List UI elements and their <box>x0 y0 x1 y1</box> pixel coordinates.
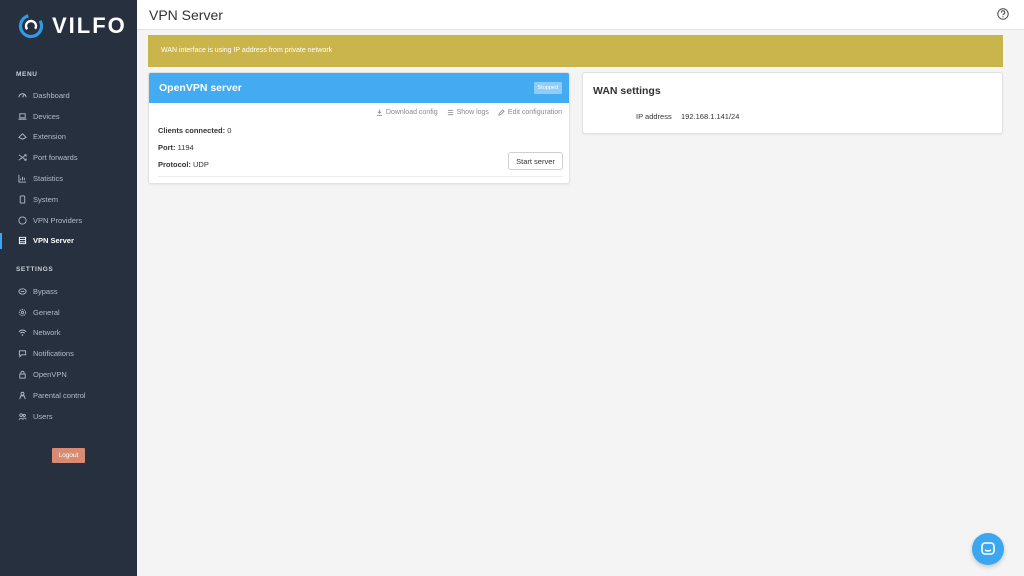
private-network-alert: WAN interface is using IP address from p… <box>148 35 1003 67</box>
edit-configuration-link[interactable]: Edit configuration <box>498 109 562 116</box>
sidebar-item-dashboard[interactable]: Dashboard <box>0 85 137 106</box>
lock-icon <box>19 370 26 379</box>
sidebar-item-bypass[interactable]: Bypass <box>0 281 137 302</box>
sidebar-item-vpn-providers[interactable]: VPN Providers <box>0 210 137 231</box>
sidebar-item-system[interactable]: System <box>0 189 137 210</box>
clients-connected-row: Clients connected: 0 <box>158 126 231 135</box>
settings-nav: Bypass General Network Notifications Ope… <box>0 281 137 427</box>
sidebar-item-openvpn[interactable]: OpenVPN <box>0 364 137 385</box>
logout-button[interactable]: Logout <box>52 448 85 463</box>
server-icon <box>18 237 27 245</box>
start-server-button[interactable]: Start server <box>508 152 563 170</box>
clients-connected-label: Clients connected: <box>158 126 226 135</box>
show-logs-link[interactable]: Show logs <box>447 109 489 116</box>
openvpn-actions: Download config Show logs Edit configura… <box>376 109 562 116</box>
sidebar-item-network[interactable]: Network <box>0 323 137 344</box>
protocol-value: UDP <box>193 160 209 169</box>
port-label: Port: <box>158 143 176 152</box>
chat-icon <box>981 542 995 555</box>
users-icon <box>18 413 27 420</box>
sidebar-item-users[interactable]: Users <box>0 406 137 427</box>
sidebar-item-label: System <box>33 194 59 204</box>
port-value: 1194 <box>177 143 194 152</box>
wan-settings-card: WAN settings IP address 192.168.1.141/24 <box>582 72 1003 134</box>
sidebar-item-extension[interactable]: Extension <box>0 127 137 148</box>
sidebar-item-label: Statistics <box>33 174 64 184</box>
sidebar-item-label: Notifications <box>33 349 74 359</box>
sidebar-item-label: Users <box>33 411 53 421</box>
download-config-label: Download config <box>385 109 438 116</box>
sidebar-item-label: Parental control <box>33 390 86 400</box>
system-icon <box>19 195 26 204</box>
parental-icon <box>19 391 26 400</box>
wan-settings-title: WAN settings <box>593 85 661 97</box>
chat-bubble-icon <box>18 350 27 359</box>
protocol-row: Protocol: UDP <box>158 160 209 169</box>
sidebar-item-label: Dashboard <box>33 90 70 100</box>
clients-connected-value: 0 <box>227 126 232 135</box>
show-logs-label: Show logs <box>456 109 489 116</box>
card-divider <box>158 176 563 177</box>
sidebar-item-devices[interactable]: Devices <box>0 106 137 127</box>
sidebar-item-label: OpenVPN <box>33 370 67 380</box>
sidebar-item-notifications[interactable]: Notifications <box>0 343 137 364</box>
openvpn-card-title: OpenVPN server <box>159 82 242 94</box>
protocol-label: Protocol: <box>158 160 191 169</box>
edit-configuration-label: Edit configuration <box>507 109 562 116</box>
openvpn-server-card: OpenVPN server Stopped Download config S… <box>148 72 570 184</box>
download-icon <box>376 109 382 116</box>
help-circle-icon[interactable] <box>997 8 1009 20</box>
page-title: VPN Server <box>149 7 223 23</box>
sidebar-item-label: VPN Providers <box>33 215 83 225</box>
menu-nav: Dashboard Devices Extension Port forward… <box>0 85 137 251</box>
download-config-link[interactable]: Download config <box>376 109 438 116</box>
sidebar-item-label: Port forwards <box>33 153 78 163</box>
sidebar-item-general[interactable]: General <box>0 302 137 323</box>
vilfo-logo-icon <box>18 13 44 39</box>
sidebar: VILFO MENU Dashboard Devices Extension P… <box>0 0 137 576</box>
sidebar-item-vpn-server[interactable]: VPN Server <box>0 231 137 252</box>
laptop-icon <box>18 113 27 120</box>
globe-icon <box>18 216 27 225</box>
port-row: Port: 1194 <box>158 143 194 152</box>
bar-chart-icon <box>18 174 27 183</box>
extension-icon <box>18 133 27 141</box>
logo[interactable]: VILFO <box>18 13 127 39</box>
ip-address-value: 192.168.1.141/24 <box>681 112 740 121</box>
chat-launcher-button[interactable] <box>972 533 1004 565</box>
sidebar-item-port-forwards[interactable]: Port forwards <box>0 147 137 168</box>
logo-text: VILFO <box>52 13 127 38</box>
sidebar-item-label: Devices <box>33 111 60 121</box>
sidebar-item-label: General <box>33 307 60 317</box>
sidebar-item-label: Bypass <box>33 286 58 296</box>
list-icon <box>447 109 453 116</box>
top-bar: VPN Server <box>137 0 1024 30</box>
sidebar-item-parental-control[interactable]: Parental control <box>0 385 137 406</box>
menu-section-title: MENU <box>16 71 38 78</box>
ip-address-label: IP address <box>636 112 672 121</box>
sidebar-item-label: Extension <box>33 132 66 142</box>
sidebar-item-statistics[interactable]: Statistics <box>0 168 137 189</box>
edit-icon <box>498 109 505 116</box>
sidebar-item-label: VPN Server <box>33 236 74 246</box>
openvpn-card-header: OpenVPN server Stopped <box>149 73 569 103</box>
shuffle-icon <box>18 154 27 161</box>
dashboard-icon <box>18 93 27 98</box>
sidebar-item-label: Network <box>33 328 61 338</box>
settings-section-title: SETTINGS <box>16 266 54 273</box>
bypass-icon <box>18 288 27 295</box>
status-badge: Stopped <box>533 82 562 94</box>
gear-icon <box>18 308 27 316</box>
wifi-icon <box>18 330 27 337</box>
